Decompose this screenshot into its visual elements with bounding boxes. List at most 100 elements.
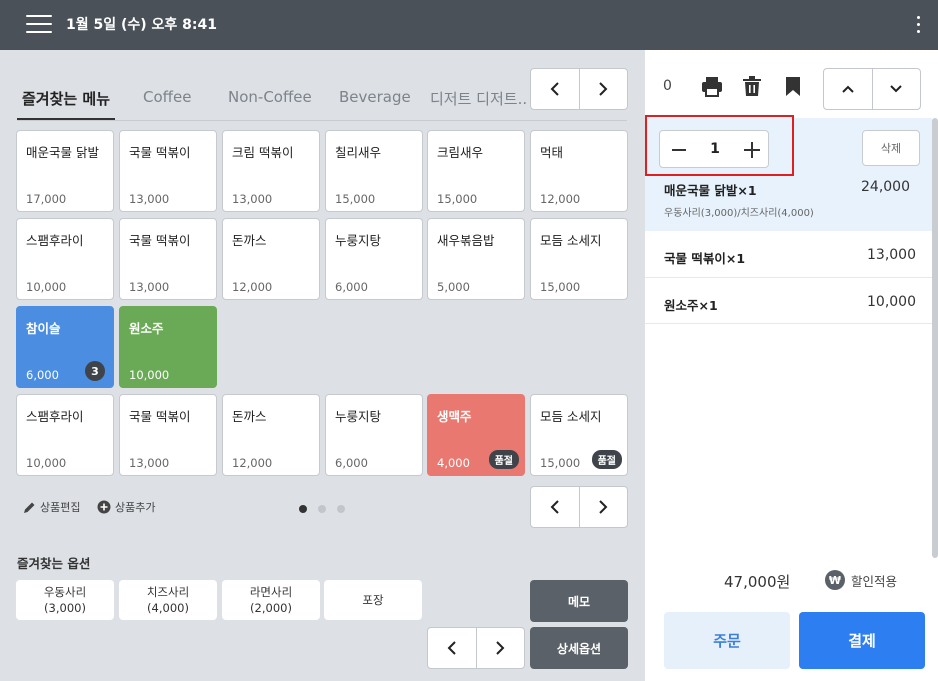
menu-price: 6,000 xyxy=(26,368,59,382)
menu-price: 12,000 xyxy=(232,280,273,294)
menu-name: 칠리새우 xyxy=(335,145,382,160)
order-scrollbar[interactable] xyxy=(932,118,938,558)
menu-card[interactable]: 누룽지탕 6,000 xyxy=(325,394,423,476)
option-button[interactable]: 라면사리 (2,000) xyxy=(222,580,320,620)
order-down-button[interactable] xyxy=(871,69,921,109)
tab-next-button[interactable] xyxy=(578,69,628,109)
menu-price: 6,000 xyxy=(335,456,368,470)
chevron-right-icon xyxy=(599,82,608,96)
option-next-button[interactable] xyxy=(475,628,525,668)
delete-item-button[interactable]: 삭제 xyxy=(862,130,920,166)
menu-panel: 즐겨찾는 메뉴 Coffee Non-Coffee Beverage 디저트 디… xyxy=(0,50,645,681)
menu-price: 6,000 xyxy=(335,280,368,294)
option-name: 치즈사리 xyxy=(146,585,190,599)
option-name: 라면사리 xyxy=(249,585,293,599)
printer-icon[interactable] xyxy=(701,75,723,97)
menu-name: 스팸후라이 xyxy=(26,233,84,248)
menu-name: 모듬 소세지 xyxy=(540,233,602,248)
chevron-right-icon xyxy=(599,500,608,514)
discount-button[interactable]: ₩ 할인적용 xyxy=(825,570,897,590)
menu-price: 5,000 xyxy=(437,280,470,294)
menu-card[interactable]: 국물 떡볶이 13,000 xyxy=(119,130,217,212)
detail-options-button[interactable]: 상세옵션 xyxy=(530,627,628,669)
menu-card[interactable]: 먹태 12,000 xyxy=(530,130,628,212)
menu-name: 돈까스 xyxy=(232,409,267,424)
memo-button[interactable]: 메모 xyxy=(530,580,628,622)
chevron-left-icon xyxy=(550,82,559,96)
tab-dessert[interactable]: 디저트 디저트.. xyxy=(430,88,527,109)
tab-prev-button[interactable] xyxy=(531,69,579,109)
pay-button[interactable]: 결제 xyxy=(799,612,925,669)
menu-price: 10,000 xyxy=(26,280,67,294)
option-button[interactable]: 치즈사리 (4,000) xyxy=(119,580,217,620)
menu-card[interactable]: 돈까스 12,000 xyxy=(222,218,320,300)
soldout-badge: 품절 xyxy=(591,450,622,469)
order-item-selected[interactable]: 1 삭제 매운국물 닭발×1 24,000 우동사리(3,000)/치즈사리(4… xyxy=(645,118,932,231)
menu-prev-button[interactable] xyxy=(531,487,579,527)
plus-icon[interactable] xyxy=(744,142,760,158)
menu-pager xyxy=(530,486,628,528)
menu-card[interactable]: 국물 떡볶이 13,000 xyxy=(119,218,217,300)
menu-price: 13,000 xyxy=(232,192,273,206)
menu-price: 15,000 xyxy=(437,192,478,206)
menu-name: 생맥주 xyxy=(437,409,472,424)
menu-name: 먹태 xyxy=(540,145,564,160)
menu-card[interactable]: 크림새우 15,000 xyxy=(427,130,525,212)
count-badge: 3 xyxy=(85,361,105,381)
menu-card[interactable]: 칠리새우 15,000 xyxy=(325,130,423,212)
menu-name: 모듬 소세지 xyxy=(540,409,602,424)
bookmark-icon[interactable] xyxy=(782,75,804,97)
menu-price: 4,000 xyxy=(437,456,470,470)
menu-card[interactable]: 모듬 소세지 15,000 xyxy=(530,218,628,300)
trash-icon[interactable] xyxy=(741,75,763,97)
option-prev-button[interactable] xyxy=(428,628,476,668)
menu-card[interactable]: 스팸후라이 10,000 xyxy=(16,394,114,476)
page-dot[interactable] xyxy=(337,505,345,513)
menu-icon[interactable] xyxy=(26,14,52,34)
menu-name: 참이슬 xyxy=(26,321,61,336)
tab-beverage[interactable]: Beverage xyxy=(339,88,411,106)
option-pager xyxy=(427,627,525,669)
menu-card[interactable]: 국물 떡볶이 13,000 xyxy=(119,394,217,476)
menu-card[interactable]: 누룽지탕 6,000 xyxy=(325,218,423,300)
menu-card[interactable]: 매운국물 닭발 17,000 xyxy=(16,130,114,212)
tab-favorites[interactable]: 즐겨찾는 메뉴 xyxy=(22,88,110,109)
menu-name: 크림 떡볶이 xyxy=(232,145,294,160)
option-name: 우동사리 xyxy=(43,585,87,599)
menu-name: 국물 떡볶이 xyxy=(129,409,191,424)
order-item-name[interactable]: 국물 떡볶이×1 xyxy=(664,248,745,267)
menu-card-soldout[interactable]: 생맥주 4,000 품절 xyxy=(427,394,525,476)
menu-name: 누룽지탕 xyxy=(335,409,382,424)
order-button[interactable]: 주문 xyxy=(664,612,790,669)
more-icon[interactable] xyxy=(914,14,922,36)
order-up-button[interactable] xyxy=(824,69,872,109)
menu-next-button[interactable] xyxy=(578,487,628,527)
tab-non-coffee[interactable]: Non-Coffee xyxy=(228,88,312,106)
options-title: 즐겨찾는 옵션 xyxy=(17,556,91,571)
menu-card[interactable]: 원소주 10,000 xyxy=(119,306,217,388)
menu-card[interactable]: 새우볶음밥 5,000 xyxy=(427,218,525,300)
chevron-left-icon xyxy=(550,500,559,514)
tab-coffee[interactable]: Coffee xyxy=(143,88,191,106)
menu-price: 10,000 xyxy=(129,368,170,382)
quantity-stepper: 1 xyxy=(659,130,769,168)
page-dot-active[interactable] xyxy=(299,505,307,513)
edit-products-label: 상품편집 xyxy=(40,501,81,514)
order-item-name[interactable]: 원소주×1 xyxy=(664,295,718,314)
option-button[interactable]: 우동사리 (3,000) xyxy=(16,580,114,620)
page-dot[interactable] xyxy=(318,505,326,513)
menu-card-soldout[interactable]: 모듬 소세지 15,000 품절 xyxy=(530,394,628,476)
menu-card[interactable]: 스팸후라이 10,000 xyxy=(16,218,114,300)
menu-name: 매운국물 닭발 xyxy=(26,145,99,160)
edit-products-button[interactable]: 상품편집 xyxy=(23,499,80,515)
add-product-label: 상품추가 xyxy=(115,501,156,514)
menu-name: 스팸후라이 xyxy=(26,409,84,424)
menu-card[interactable]: 크림 떡볶이 13,000 xyxy=(222,130,320,212)
option-button[interactable]: 포장 xyxy=(324,580,422,620)
option-name: 포장 xyxy=(362,593,384,607)
menu-card-selected[interactable]: 참이슬 6,000 3 xyxy=(16,306,114,388)
top-bar: 1월 5일 (수) 오후 8:41 xyxy=(0,0,938,50)
menu-name: 돈까스 xyxy=(232,233,267,248)
add-product-button[interactable]: 상품추가 xyxy=(97,499,155,515)
menu-card[interactable]: 돈까스 12,000 xyxy=(222,394,320,476)
